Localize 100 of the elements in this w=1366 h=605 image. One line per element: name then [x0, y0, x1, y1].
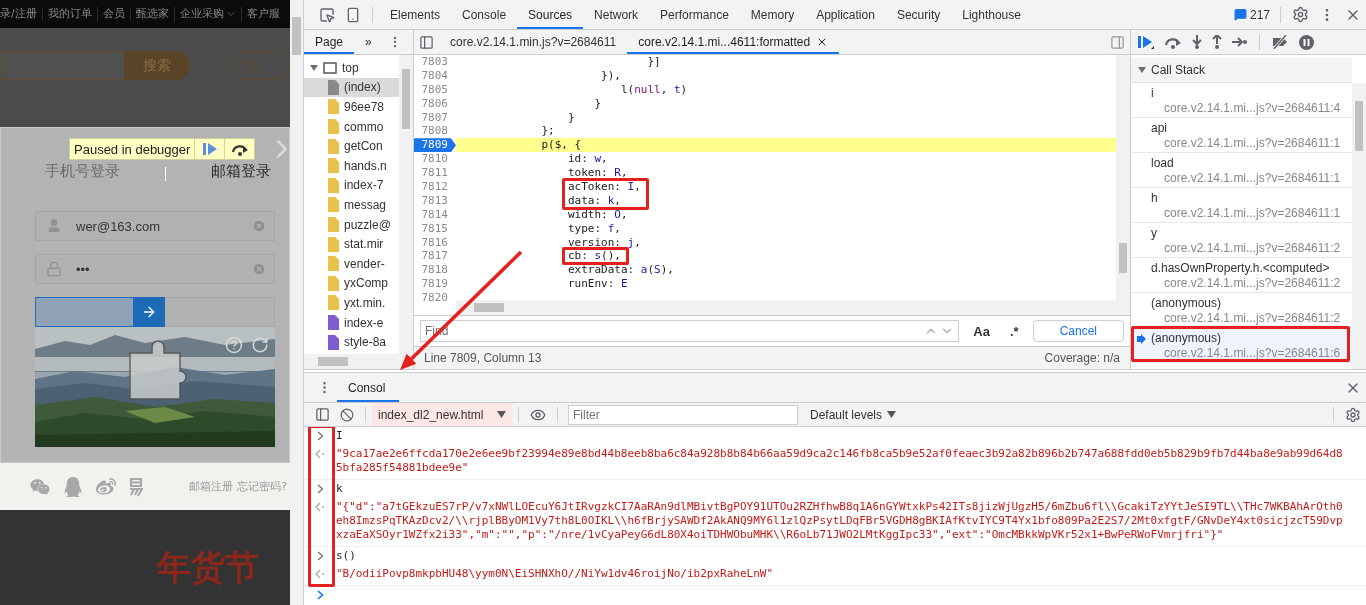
- match-case-button[interactable]: Aa: [967, 323, 996, 339]
- result-text: "9ca17ae2e6ffcda170e2e6ee9bf23994e89e8bd44b8eeb8ba6c84a928b8b84b66aa59d9ca2c146fb8ca5b9e52af0feaec3b92a82b896b2b747a688fdd0eb5b829b9fb7d44ba8e9ab99d64d85bfa285f54881bdee9e": [336, 447, 1344, 475]
- captcha-slider-handle[interactable]: [133, 297, 166, 327]
- refresh-icon[interactable]: [251, 336, 269, 354]
- step-over-icon: [230, 142, 249, 156]
- deactivate-breakpoints-icon[interactable]: [1271, 35, 1289, 49]
- cursor-position: Line 7809, Column 13: [424, 351, 542, 365]
- vertical-scrollbar[interactable]: [1116, 55, 1130, 301]
- login-tab[interactable]: 邮箱登录: [211, 161, 271, 181]
- file-tree-item[interactable]: vender-: [304, 253, 400, 274]
- line-number: 7817: [420, 249, 449, 264]
- file-tree-item[interactable]: index-e: [304, 312, 400, 333]
- code-line: runEnv: E: [566, 277, 629, 292]
- step-out-icon[interactable]: [1212, 35, 1222, 49]
- navigator-tab[interactable]: Page: [304, 30, 355, 54]
- search-field[interactable]: [0, 51, 125, 80]
- file-tab[interactable]: core.v2.14.1.mi...4611:formatted: [627, 30, 840, 54]
- file-tree-item[interactable]: 96ee78: [304, 97, 400, 117]
- vertical-scrollbar[interactable]: [399, 55, 413, 354]
- pause-icon[interactable]: [1299, 34, 1314, 50]
- nav-link[interactable]: 会员: [96, 7, 130, 21]
- file-tree-item[interactable]: puzzle@: [304, 214, 400, 235]
- log-levels-dropdown[interactable]: Default levels: [804, 406, 903, 423]
- call-stack-frame[interactable]: (anonymous) core.v2.14.1.mi...js?v=2684611:6: [1131, 328, 1352, 363]
- page-scrollbar[interactable]: [290, 0, 303, 605]
- function-name: (anonymous): [1151, 331, 1222, 346]
- call-stack-header[interactable]: Call Stack: [1131, 58, 1352, 83]
- function-name: i: [1151, 86, 1154, 101]
- email-field[interactable]: wer@163.com: [35, 211, 275, 241]
- file-icon: [328, 138, 339, 154]
- step-over-icon[interactable]: [1164, 35, 1182, 49]
- code-line: version: j,: [566, 235, 642, 250]
- file-icon: [328, 119, 339, 135]
- penguin-icon[interactable]: [63, 476, 83, 497]
- file-tree-item[interactable]: index-7: [304, 175, 400, 196]
- command-text: I: [336, 429, 344, 443]
- frame-icon: [323, 61, 337, 74]
- code-line: acToken: I,: [566, 180, 642, 194]
- devtools-tab[interactable]: Application: [805, 0, 886, 29]
- scrollbar-thumb[interactable]: [318, 357, 348, 366]
- result-arrow-icon: [315, 449, 325, 459]
- line-number: 7809: [414, 138, 456, 153]
- nav-link[interactable]: 我的订单: [41, 7, 97, 21]
- file-icon: [328, 158, 339, 174]
- devtools-tab[interactable]: Performance: [649, 0, 740, 29]
- file-icon: [328, 177, 339, 193]
- code-line: extraData: a(S),: [566, 263, 675, 278]
- devtools-tab[interactable]: Console: [451, 0, 518, 29]
- file-tree-item[interactable]: hands.n: [304, 155, 400, 176]
- issues-badge[interactable]: 217: [1229, 7, 1274, 22]
- file-tree-item[interactable]: getCon: [304, 136, 400, 156]
- code-line: };: [540, 124, 556, 139]
- devtools-tab[interactable]: Lighthouse: [951, 0, 1032, 29]
- context-selector[interactable]: index_dl2_new.html: [372, 403, 512, 426]
- file-tree-item[interactable]: messag: [304, 195, 400, 215]
- logo-icon[interactable]: [129, 476, 143, 497]
- nav-link[interactable]: 客户服: [240, 7, 285, 21]
- code-line: token: R,: [566, 166, 629, 180]
- regex-button[interactable]: .*: [1003, 323, 1025, 339]
- resume-icon[interactable]: [1138, 35, 1154, 49]
- devtools-tab[interactable]: Memory: [739, 0, 806, 29]
- file-tree-item[interactable]: commo: [304, 116, 400, 137]
- function-name: load: [1151, 156, 1174, 171]
- code-line: }]: [646, 55, 662, 69]
- devtools-tab[interactable]: Elements: [379, 0, 452, 29]
- file-tab[interactable]: core.v2.14.1.min.js?v=2684611: [439, 30, 628, 54]
- step-into-icon[interactable]: [1192, 35, 1202, 49]
- file-tree-item[interactable]: (index): [304, 77, 400, 98]
- devtools-tab[interactable]: Network: [583, 0, 650, 29]
- chat-bubbles-icon[interactable]: [30, 476, 50, 497]
- code-line: }: [593, 96, 603, 111]
- line-number: 7805: [420, 82, 449, 97]
- more-tabs-button[interactable]: »: [354, 30, 383, 54]
- line-number: 7806: [420, 96, 449, 111]
- code-line: data: k,: [566, 193, 622, 208]
- cancel-button[interactable]: Cancel: [1032, 320, 1124, 342]
- file-icon: [328, 197, 339, 213]
- nav-link[interactable]: 甄选家: [129, 7, 174, 21]
- vertical-scrollbar[interactable]: [1352, 83, 1366, 369]
- code-line: width: O,: [566, 207, 629, 222]
- file-tree-item[interactable]: yxComp: [304, 273, 400, 294]
- file-tree-item[interactable]: style-8a: [304, 332, 400, 352]
- filter-field[interactable]: Filter: [568, 404, 798, 425]
- clear-icon[interactable]: [252, 262, 266, 276]
- source-location: core.v2.14.1.mi...js?v=2684611:4: [1163, 101, 1341, 116]
- help-icon[interactable]: [225, 336, 243, 354]
- password-field[interactable]: •••: [35, 254, 275, 284]
- clear-icon[interactable]: [252, 219, 266, 233]
- horizontal-scrollbar[interactable]: [456, 300, 1130, 315]
- devtools-tab[interactable]: Security: [885, 0, 952, 29]
- nav-link[interactable]: 录/注册: [0, 7, 42, 21]
- file-tree-item[interactable]: stat.mir: [304, 234, 400, 254]
- file-icon: [328, 99, 339, 115]
- nav-link[interactable]: 企业采购: [173, 7, 229, 21]
- file-icon: [328, 236, 339, 252]
- weibo-icon[interactable]: [96, 476, 116, 497]
- line-number: 7819: [420, 277, 449, 292]
- file-icon: [328, 334, 339, 350]
- file-tree-item[interactable]: yxt.min.: [304, 293, 400, 313]
- step-icon[interactable]: [1232, 37, 1248, 47]
